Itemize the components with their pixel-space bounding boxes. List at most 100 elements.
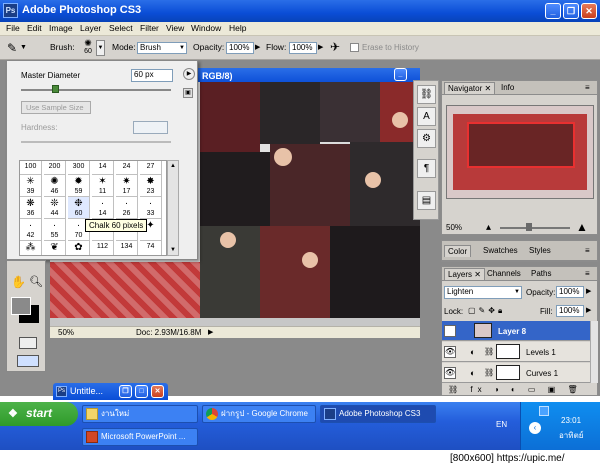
network-icon[interactable] xyxy=(539,406,549,416)
restore-button[interactable]: ❐ xyxy=(119,385,132,398)
brush-preset[interactable]: ✺ 46 xyxy=(44,175,66,197)
use-sample-size-button[interactable]: Use Sample Size xyxy=(21,101,91,114)
opacity-input[interactable]: 100% xyxy=(226,42,254,54)
brush-preset[interactable]: 300 xyxy=(68,161,90,175)
brush-preset[interactable]: · 26 xyxy=(116,197,138,219)
menu-edit[interactable]: Edit xyxy=(27,23,42,33)
brush-preset[interactable]: 134 xyxy=(116,241,138,255)
tool-preset-chevron-icon[interactable]: ▼ xyxy=(20,44,27,51)
menu-select[interactable]: Select xyxy=(109,23,133,33)
task-folder[interactable]: งานใหม่ xyxy=(82,405,198,423)
hardness-slider[interactable] xyxy=(21,141,171,143)
brush-preset[interactable]: · 14 xyxy=(92,197,114,219)
document-minimize-button[interactable]: _ xyxy=(394,68,407,81)
brush-preset[interactable]: ✸ 23 xyxy=(140,175,162,197)
tool-presets-icon[interactable]: ⚙ xyxy=(417,129,436,148)
minimize-button[interactable]: _ xyxy=(545,3,561,19)
airbrush-icon[interactable]: ✈ xyxy=(330,40,340,54)
brush-preset[interactable]: 24 xyxy=(116,161,138,175)
tab-color[interactable]: Color xyxy=(444,245,472,257)
brush-preset[interactable]: 200 xyxy=(44,161,66,175)
chevron-up-icon[interactable]: ▲ xyxy=(169,162,177,170)
close-button[interactable]: ✕ xyxy=(151,385,164,398)
maximize-button[interactable]: □ xyxy=(135,385,148,398)
blend-mode-select[interactable]: Lighten ▼ xyxy=(444,286,522,299)
tab-layers[interactable]: Layers ✕ xyxy=(444,268,485,280)
menu-image[interactable]: Image xyxy=(49,23,73,33)
brush-preset[interactable]: ❊ 44 xyxy=(44,197,66,219)
opacity-slider-toggle[interactable]: ▶ xyxy=(255,43,260,51)
document-zoom[interactable]: 50% xyxy=(58,328,74,337)
brush-grid-scrollbar[interactable]: ▲ ▼ xyxy=(167,160,179,256)
brush-preset[interactable]: 14 xyxy=(92,161,114,175)
zoom-out-icon[interactable]: ▴ xyxy=(486,222,491,233)
screen-mode-icon[interactable] xyxy=(17,355,39,367)
erase-history-checkbox[interactable] xyxy=(350,43,359,52)
task-photoshop[interactable]: Adobe Photoshop CS3 xyxy=(320,405,436,423)
brush-preview[interactable]: ✺ 60 xyxy=(80,39,96,57)
restore-button[interactable]: ❐ xyxy=(563,3,579,19)
foreground-color-swatch[interactable] xyxy=(11,297,31,315)
brush-preset[interactable]: 100 xyxy=(20,161,42,175)
zoom-in-icon[interactable]: ▲ xyxy=(576,220,588,234)
new-preset-icon[interactable]: ▣ xyxy=(183,88,193,98)
master-diameter-slider[interactable] xyxy=(21,85,171,93)
brush-preset[interactable]: ✳ 39 xyxy=(20,175,42,197)
layers-footer-icons[interactable]: ⛓ fx ◑ ◐ ▭ ▣ 🗑︎ xyxy=(442,384,597,396)
minimized-document[interactable]: Ps Untitle... ❐ □ ✕ xyxy=(53,383,168,400)
menu-layer[interactable]: Layer xyxy=(80,23,101,33)
brush-preset[interactable]: ❦ xyxy=(44,241,66,255)
brush-preset[interactable]: 27 xyxy=(140,161,162,175)
tab-swatches[interactable]: Swatches xyxy=(480,245,521,257)
navigator-zoom-slider[interactable] xyxy=(500,223,570,231)
panel-menu-icon[interactable]: ≡ xyxy=(582,245,593,257)
tab-styles[interactable]: Styles xyxy=(526,245,554,257)
flow-slider-toggle[interactable]: ▶ xyxy=(318,43,323,51)
layer-row[interactable]: 👁︎ ◐ ⛓ Levels 1 xyxy=(442,342,590,362)
brush-preset[interactable]: ✹ 59 xyxy=(68,175,90,197)
panel-menu-icon[interactable]: ≡ xyxy=(582,268,593,280)
history-panel-icon[interactable]: ⛓ xyxy=(417,85,436,104)
paragraph-panel-icon[interactable]: ¶ xyxy=(417,159,436,178)
quick-mask-icon[interactable] xyxy=(19,337,37,349)
brush-preset[interactable]: ✿ xyxy=(68,241,90,255)
view-box[interactable] xyxy=(467,122,575,168)
brush-picker-toggle[interactable]: ▼ xyxy=(96,40,105,56)
brush-preset[interactable]: ❋ 36 xyxy=(20,197,42,219)
brush-preset[interactable]: · 55 xyxy=(44,219,66,241)
opacity-slider-toggle[interactable]: ▶ xyxy=(586,287,591,295)
brush-preset[interactable]: ✷ 17 xyxy=(116,175,138,197)
layer-row[interactable]: 👁︎ ◐ ⛓ Curves 1 xyxy=(442,363,590,383)
hardness-input[interactable] xyxy=(133,121,168,134)
panel-menu-icon[interactable]: ≡ xyxy=(582,82,593,94)
brush-menu-arrow-icon[interactable]: ▶ xyxy=(183,68,195,80)
brush-tool-icon[interactable]: ✎ xyxy=(4,40,20,56)
brush-preset[interactable]: 74 xyxy=(140,241,162,255)
brush-preset[interactable]: · 42 xyxy=(20,219,42,241)
brush-preset[interactable]: ⁂ xyxy=(20,241,42,255)
tab-paths[interactable]: Paths xyxy=(528,268,554,280)
flow-input[interactable]: 100% xyxy=(289,42,317,54)
tab-navigator[interactable]: Navigator ✕ xyxy=(444,82,496,94)
lock-options-icons[interactable]: ▢✎✥🔒︎ xyxy=(468,306,505,316)
layer-opacity-input[interactable]: 100% xyxy=(556,286,584,298)
menu-filter[interactable]: Filter xyxy=(140,23,159,33)
brush-preset[interactable]: ✶ 11 xyxy=(92,175,114,197)
fill-slider-toggle[interactable]: ▶ xyxy=(586,306,591,314)
zoom-tool-icon[interactable]: 🔍︎ xyxy=(29,275,43,288)
character-panel-icon[interactable]: A xyxy=(417,107,436,126)
menu-view[interactable]: View xyxy=(166,23,184,33)
menu-help[interactable]: Help xyxy=(229,23,246,33)
tab-channels[interactable]: Channels xyxy=(484,268,524,280)
brush-preset-selected[interactable]: ❉ 60 xyxy=(68,197,90,219)
tab-info[interactable]: Info xyxy=(498,82,517,94)
eye-icon[interactable]: 👁︎ xyxy=(444,325,456,337)
eye-icon[interactable]: 👁︎ xyxy=(444,346,456,358)
task-powerpoint[interactable]: Microsoft PowerPoint ... xyxy=(82,428,198,446)
status-menu-arrow-icon[interactable]: ▶ xyxy=(208,328,213,336)
brush-preset[interactable]: 112 xyxy=(92,241,114,255)
menu-file[interactable]: File xyxy=(6,23,20,33)
start-button[interactable]: ❖ start xyxy=(0,402,78,426)
slider-thumb[interactable] xyxy=(52,85,60,93)
chevron-down-icon[interactable]: ▼ xyxy=(169,246,177,254)
